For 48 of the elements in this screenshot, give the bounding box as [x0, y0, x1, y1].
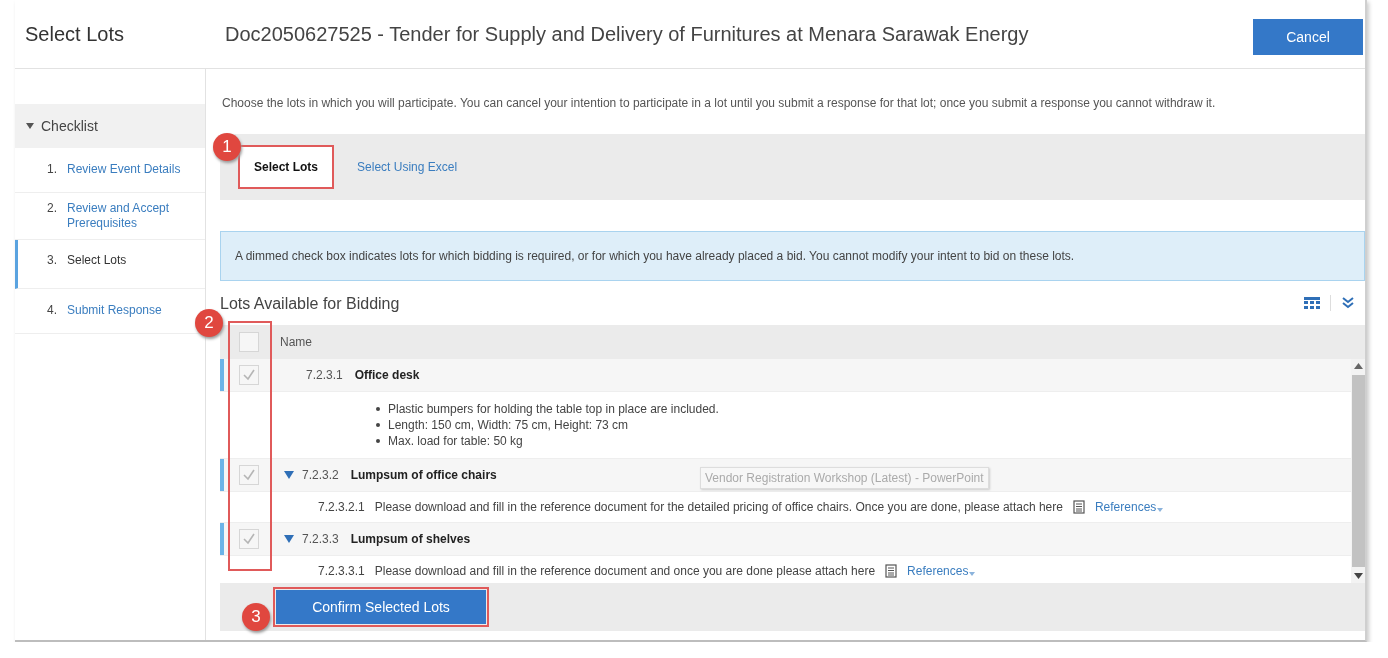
description-text: Max. load for table: 50 kg — [388, 433, 523, 449]
checkbox[interactable] — [239, 332, 259, 352]
item-description: Please download and fill in the reference document for the detailed pricing of office chairs. Once you are done, please attach here — [374, 500, 1063, 514]
tab[interactable]: Select Using Excel — [344, 146, 471, 188]
info-banner: A dimmed check box indicates lots for which bidding is required, or for which you have already placed a bid. You cannot modify your intent to bid on these lots. — [220, 231, 1365, 281]
step-badge: 2 — [195, 309, 223, 337]
lot-number: 7.2.3.1 — [306, 368, 343, 382]
dialog-title: Select Lots — [24, 22, 125, 46]
scroll-up-icon — [1353, 363, 1363, 369]
step-badge: 1 — [213, 133, 241, 161]
column-header: Name — [280, 335, 312, 349]
lot-name: Lumpsum of office chairs — [350, 468, 497, 482]
step-number: 4. — [47, 303, 58, 317]
lot-number: 7.2.3.3 — [302, 532, 339, 546]
checklist-item[interactable]: Review and Accept Prerequisites — [67, 201, 197, 231]
document-icon — [885, 564, 898, 578]
table-icon — [1304, 297, 1320, 309]
lot-number: 7.2.3.2 — [302, 468, 339, 482]
checklist-header[interactable]: Checklist — [15, 104, 205, 148]
item-number: 7.2.3.2.1 — [318, 500, 365, 514]
item-number: 7.2.3.3.1 — [318, 564, 365, 578]
scroll-down-icon — [1353, 573, 1363, 579]
caret-down-icon — [969, 572, 976, 576]
tooltip: Vendor Registration Workshop (Latest) - PowerPoint — [700, 467, 989, 489]
bullet-icon — [376, 439, 380, 443]
step-number: 2. — [47, 201, 58, 215]
document-title: Doc2050627525 - Tender for Supply and Delivery of Furnitures at Menara Sarawak Energy — [225, 22, 1030, 46]
bullet-icon — [376, 407, 380, 411]
bullet-icon — [376, 423, 380, 427]
instruction-text: Choose the lots in which you will participate. You can cancel your intention to participate in a lot until you submit a response for that lot; once you submit a response you cannot withdraw it. — [222, 96, 1217, 112]
double-chevron-down-icon — [1341, 297, 1355, 309]
tab[interactable]: Select Lots — [240, 147, 333, 187]
lot-name: Lumpsum of shelves — [350, 532, 471, 546]
confirm-button[interactable]: Confirm Selected Lots — [276, 590, 486, 624]
caret-down-icon — [25, 121, 35, 131]
checklist-item[interactable]: Review Event Details — [67, 162, 181, 177]
checklist-item[interactable]: Submit Response — [67, 303, 162, 318]
step-number: 1. — [47, 162, 58, 176]
section-title: Lots Available for Bidding — [220, 295, 400, 313]
checklist-item[interactable]: Select Lots — [67, 253, 127, 268]
description-text: Length: 150 cm, Width: 75 cm, Height: 73 cm — [388, 417, 629, 433]
document-icon — [1072, 500, 1085, 514]
description-text: Plastic bumpers for holding the table top in place are included. — [388, 401, 719, 417]
cancel-button[interactable]: Cancel — [1253, 18, 1363, 55]
item-description: Please download and fill in the reference document and once you are done please attach here — [374, 564, 876, 578]
lot-name: Office desk — [354, 368, 420, 382]
caret-down-icon — [1157, 508, 1164, 512]
step-number: 3. — [47, 253, 58, 267]
